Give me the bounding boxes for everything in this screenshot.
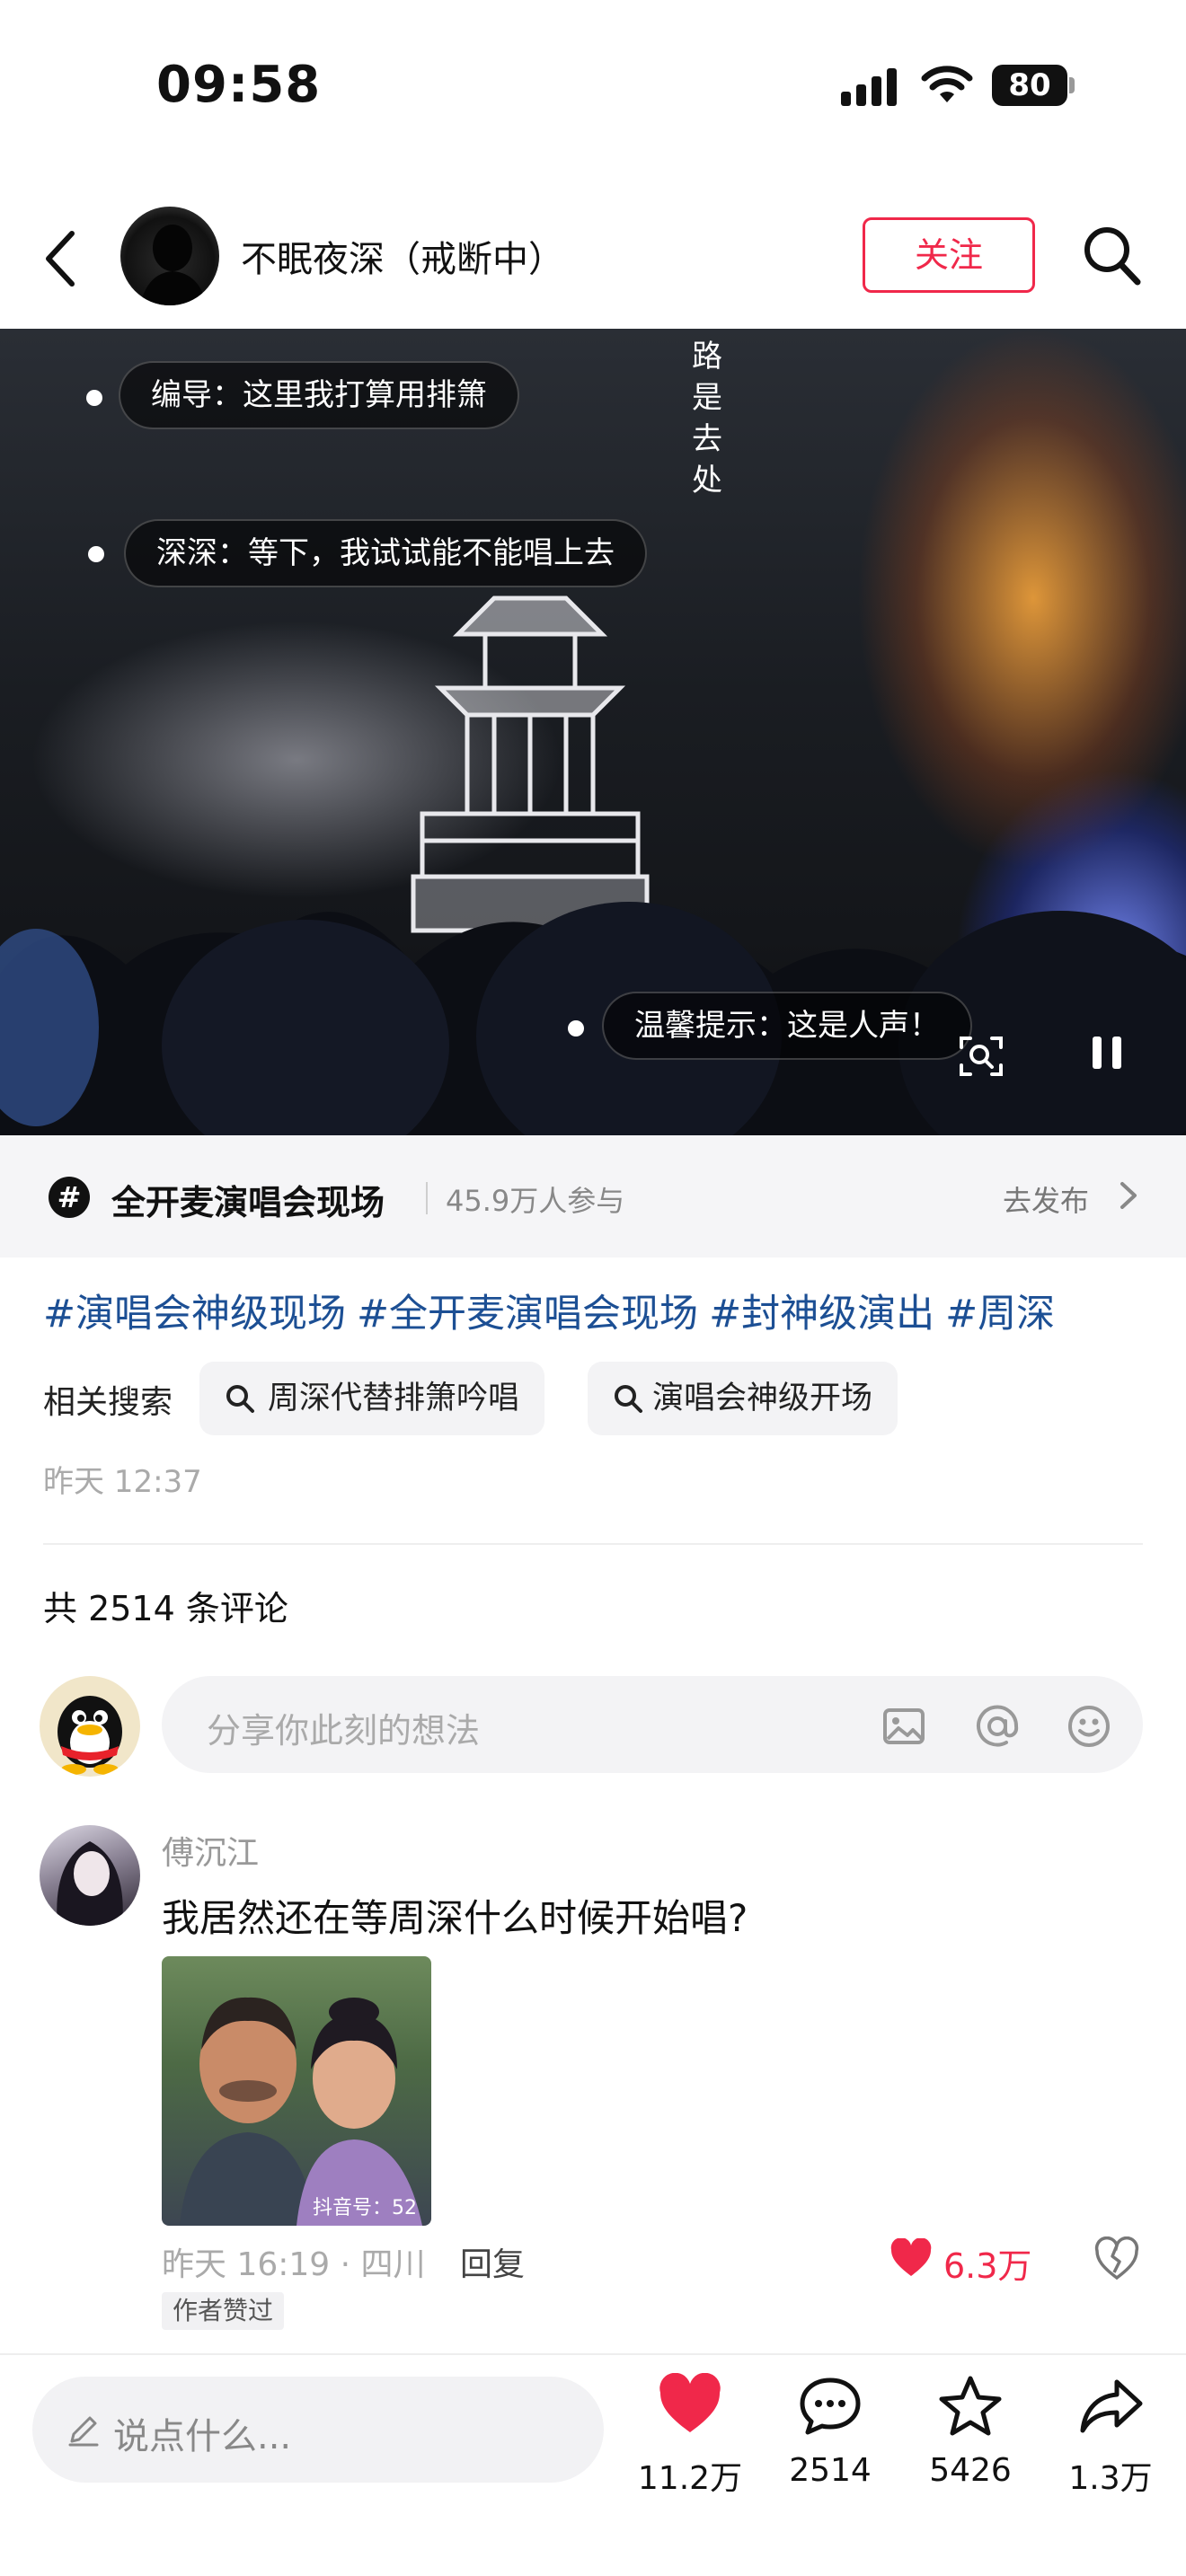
comment-button[interactable]: 2514 [767,2373,893,2535]
like-button[interactable]: 11.2万 [627,2373,753,2535]
favorite-count: 5426 [929,2452,1012,2489]
danmaku-bubble: 温馨提示：这是人声！ [602,992,972,1060]
author-avatar[interactable] [120,207,219,305]
danmaku-bubble: 深深：等下，我试试能不能唱上去 [124,519,647,587]
comment-bubble-icon [800,2378,861,2435]
star-icon [939,2376,1002,2436]
related-search-label: 相关搜索 [43,1384,173,1421]
post-time: 昨天 12:37 [43,1464,202,1500]
battery-level: 80 [992,65,1067,106]
pause-icon[interactable] [1089,1033,1125,1072]
hashtag-link[interactable]: #封神级演出 [709,1292,934,1337]
related-search-chip-label: 周深代替排箫吟唱 [268,1381,520,1416]
bottom-action-bar: 说点什么... 11.2万 2514 5426 1.3万 [0,2353,1186,2576]
heart-icon [890,2238,932,2276]
bubble-dot [88,546,104,562]
bubble-dot [86,390,102,406]
audience-silhouettes [0,902,1186,1135]
related-search-chip-label: 演唱会神级开场 [652,1381,873,1416]
comment-image[interactable]: 抖音号：52 [162,1956,431,2226]
topic-bar[interactable]: # 全开麦演唱会现场 45.9万人参与 去发布 [0,1135,1186,1257]
comment-like-count: 6.3万 [943,2246,1032,2286]
broken-heart-icon[interactable] [1094,2236,1139,2281]
share-button[interactable]: 1.3万 [1048,2373,1173,2535]
status-bar: 09:58 80 [0,0,1186,171]
topic-participants: 45.9万人参与 [446,1184,625,1218]
say-something-input[interactable]: 说点什么... [32,2377,604,2483]
back-arrow-icon[interactable] [40,228,83,289]
video-player[interactable]: 路 是去处 编导：这里我打算用排箫 深深：等下，我试试能不能唱上去 温馨提示：这… [0,329,1186,1135]
go-publish-link[interactable]: 去发布 [1003,1178,1089,1220]
author-liked-badge: 作者赞过 [162,2292,285,2330]
hashtag-icon: # [49,1177,90,1218]
douyin-watermark: 抖音号：52 [313,2197,417,2219]
commenter-avatar[interactable] [40,1825,140,1926]
search-icon[interactable] [1080,223,1143,287]
related-search-chip[interactable]: 周深代替排箫吟唱 [199,1362,545,1435]
hashtag-link[interactable]: #演唱会神级现场 [43,1292,346,1337]
share-count: 1.3万 [1068,2460,1153,2497]
reply-button[interactable]: 回复 [460,2238,525,2285]
commenter-name[interactable]: 傅沉江 [162,1827,259,1874]
cellular-signal-icon [841,68,897,106]
like-count: 11.2万 [637,2460,743,2497]
post-header: 不眠夜深（戒断中） 关注 [0,196,1186,329]
related-search-chip[interactable]: 演唱会神级开场 [588,1362,898,1435]
my-avatar[interactable] [40,1676,140,1777]
heart-icon [659,2373,721,2432]
search-icon [615,1385,642,1413]
related-search: 相关搜索 周深代替排箫吟唱 演唱会神级开场 [43,1362,1148,1435]
danmaku-bubble: 编导：这里我打算用排箫 [119,361,519,429]
pencil-icon [68,2416,99,2447]
share-arrow-icon [1080,2379,1143,2433]
author-name[interactable]: 不眠夜深（戒断中） [241,230,564,282]
comment-count: 2514 [789,2452,872,2489]
comment-meta: 昨天 16:19 · 四川 [162,2246,426,2283]
topic-divider [426,1182,428,1214]
emoji-icon[interactable] [1066,1703,1112,1750]
comment-total: 共 2514 条评论 [43,1589,288,1628]
hashtag-link[interactable]: #全开麦演唱会现场 [357,1292,698,1337]
comment-input[interactable]: 分享你此刻的想法 [162,1676,1143,1773]
bubble-dot [568,1020,584,1037]
mention-icon[interactable] [974,1703,1021,1750]
hashtag-link[interactable]: #周深 [945,1292,1055,1337]
hashtag-list: #演唱会神级现场 #全开麦演唱会现场 #封神级演出 #周深 [43,1283,1066,1338]
wifi-icon [921,66,973,102]
topic-title: 全开麦演唱会现场 [111,1183,385,1222]
say-something-placeholder: 说点什么... [113,2416,292,2457]
divider [43,1543,1143,1545]
status-time: 09:58 [156,56,322,114]
image-icon[interactable] [881,1703,927,1750]
search-icon [226,1385,254,1413]
follow-button[interactable]: 关注 [863,217,1035,293]
comment-text: 我居然还在等周深什么时候开始唱? [162,1896,748,1940]
comment-input-placeholder: 分享你此刻的想法 [207,1711,481,1751]
battery-indicator: 80 [992,65,1075,106]
favorite-button[interactable]: 5426 [907,2373,1033,2535]
chevron-right-icon [1120,1182,1137,1209]
scan-icon[interactable] [958,1033,1005,1080]
stage-vertical-text: 路 是去处 [692,339,722,498]
